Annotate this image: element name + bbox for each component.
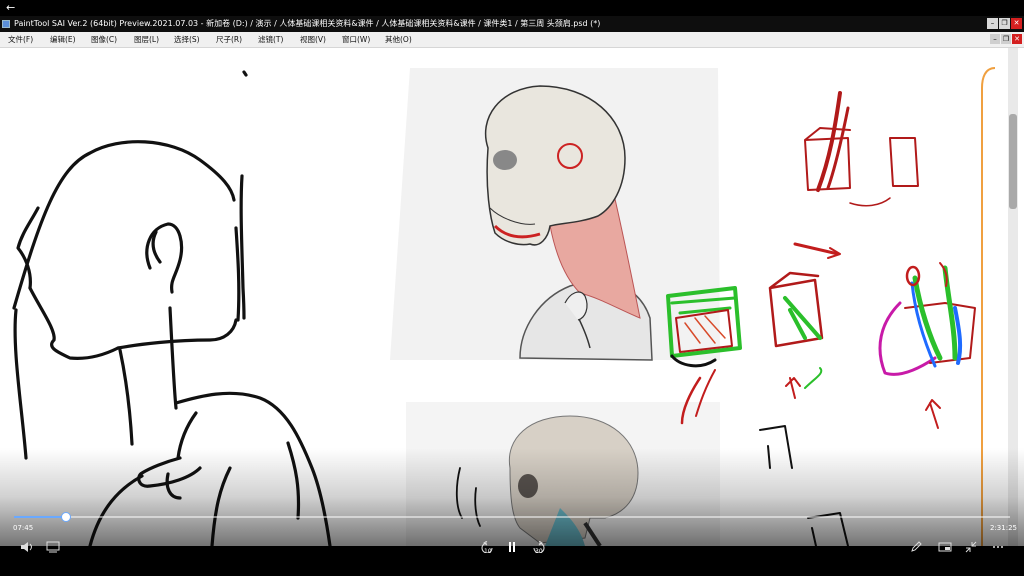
minimize-icon[interactable]: – xyxy=(987,18,998,29)
more-icon[interactable] xyxy=(992,541,1004,553)
player-overlay xyxy=(0,448,1024,546)
progress-fill xyxy=(14,516,66,518)
doc-minimize-icon[interactable]: – xyxy=(990,34,1000,44)
menu-image[interactable]: 图像(C) xyxy=(91,32,117,47)
forward-seconds: 30 xyxy=(535,548,543,555)
menu-view[interactable]: 视图(V) xyxy=(300,32,326,47)
menu-filter[interactable]: 滤镜(T) xyxy=(258,32,283,47)
pause-icon[interactable] xyxy=(507,541,517,553)
doc-close-icon[interactable]: ✕ xyxy=(1012,34,1022,44)
fullscreen-exit-icon[interactable] xyxy=(965,541,977,553)
top-bar: ← xyxy=(0,0,1024,16)
doc-restore-icon[interactable]: ❐ xyxy=(1001,34,1011,44)
subtitle-icon[interactable] xyxy=(46,541,60,553)
title-bar: PaintTool SAI Ver.2 (64bit) Preview.2021… xyxy=(0,16,1024,32)
document-controls: – ❐ ✕ xyxy=(990,34,1022,44)
volume-icon[interactable] xyxy=(20,541,34,553)
menu-layer[interactable]: 图层(L) xyxy=(134,32,159,47)
menu-select[interactable]: 选择(S) xyxy=(174,32,200,47)
app-icon xyxy=(2,20,10,28)
rewind-seconds: 10 xyxy=(484,548,492,555)
menu-ruler[interactable]: 尺子(R) xyxy=(216,32,242,47)
progress-bar[interactable] xyxy=(14,512,1010,522)
menu-bar: 文件(F) 编辑(E) 图像(C) 图层(L) 选择(S) 尺子(R) 滤镜(T… xyxy=(0,32,1024,48)
scrollbar-thumb[interactable] xyxy=(1009,114,1017,209)
menu-file[interactable]: 文件(F) xyxy=(8,32,33,47)
progress-knob[interactable] xyxy=(60,512,71,522)
restore-icon[interactable]: ❐ xyxy=(999,18,1010,29)
back-arrow-icon[interactable]: ← xyxy=(6,1,15,15)
menu-other[interactable]: 其他(O) xyxy=(385,32,412,47)
total-time: 2:31:25 xyxy=(990,524,1017,532)
menu-edit[interactable]: 编辑(E) xyxy=(50,32,76,47)
current-time: 07:45 xyxy=(13,524,34,532)
close-icon[interactable]: ✕ xyxy=(1011,18,1022,29)
window-title: PaintTool SAI Ver.2 (64bit) Preview.2021… xyxy=(14,19,601,28)
menu-window[interactable]: 窗口(W) xyxy=(342,32,370,47)
window-controls: – ❐ ✕ xyxy=(987,18,1022,29)
pen-icon[interactable] xyxy=(910,541,922,553)
picture-in-picture-icon[interactable] xyxy=(938,541,952,553)
